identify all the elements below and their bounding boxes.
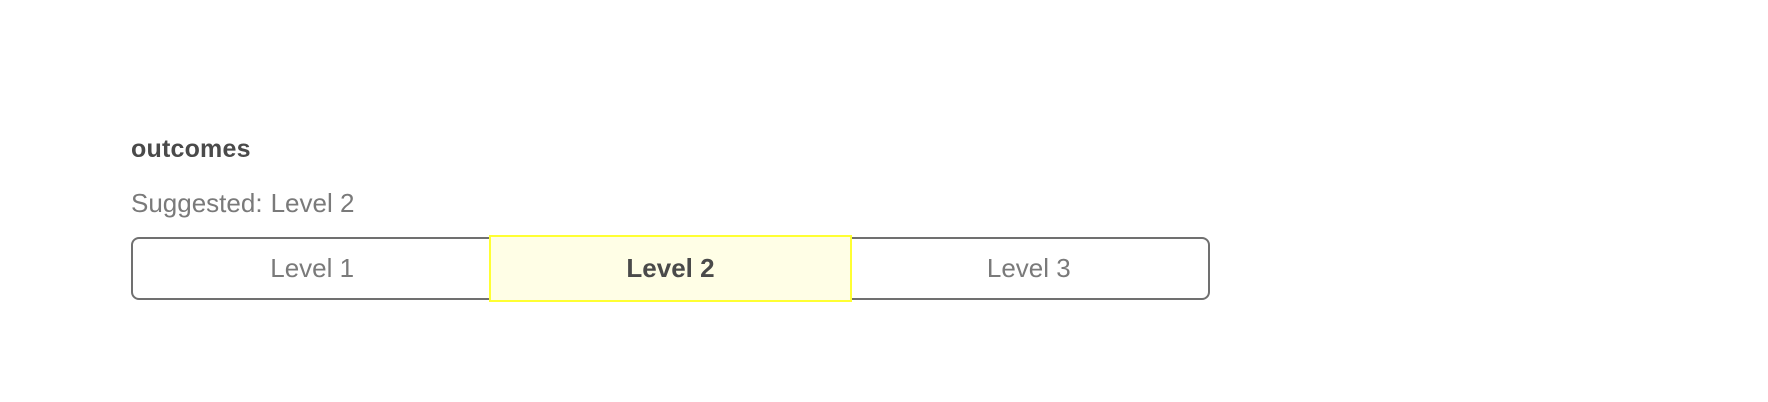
section-title: outcomes [131,135,251,163]
suggested-label: Suggested: [131,188,263,218]
level-segmented-control: Level 1 Level 2 Level 3 [131,235,1210,302]
level-2-option[interactable]: Level 2 [489,235,852,302]
level-1-option[interactable]: Level 1 [133,239,491,298]
outcomes-section: outcomes Suggested: Level 2 Level 1 Level… [131,132,1210,302]
level-3-option[interactable]: Level 3 [850,239,1208,298]
suggested-line: Suggested: Level 2 [131,186,1210,220]
suggested-value: Level 2 [270,188,355,218]
